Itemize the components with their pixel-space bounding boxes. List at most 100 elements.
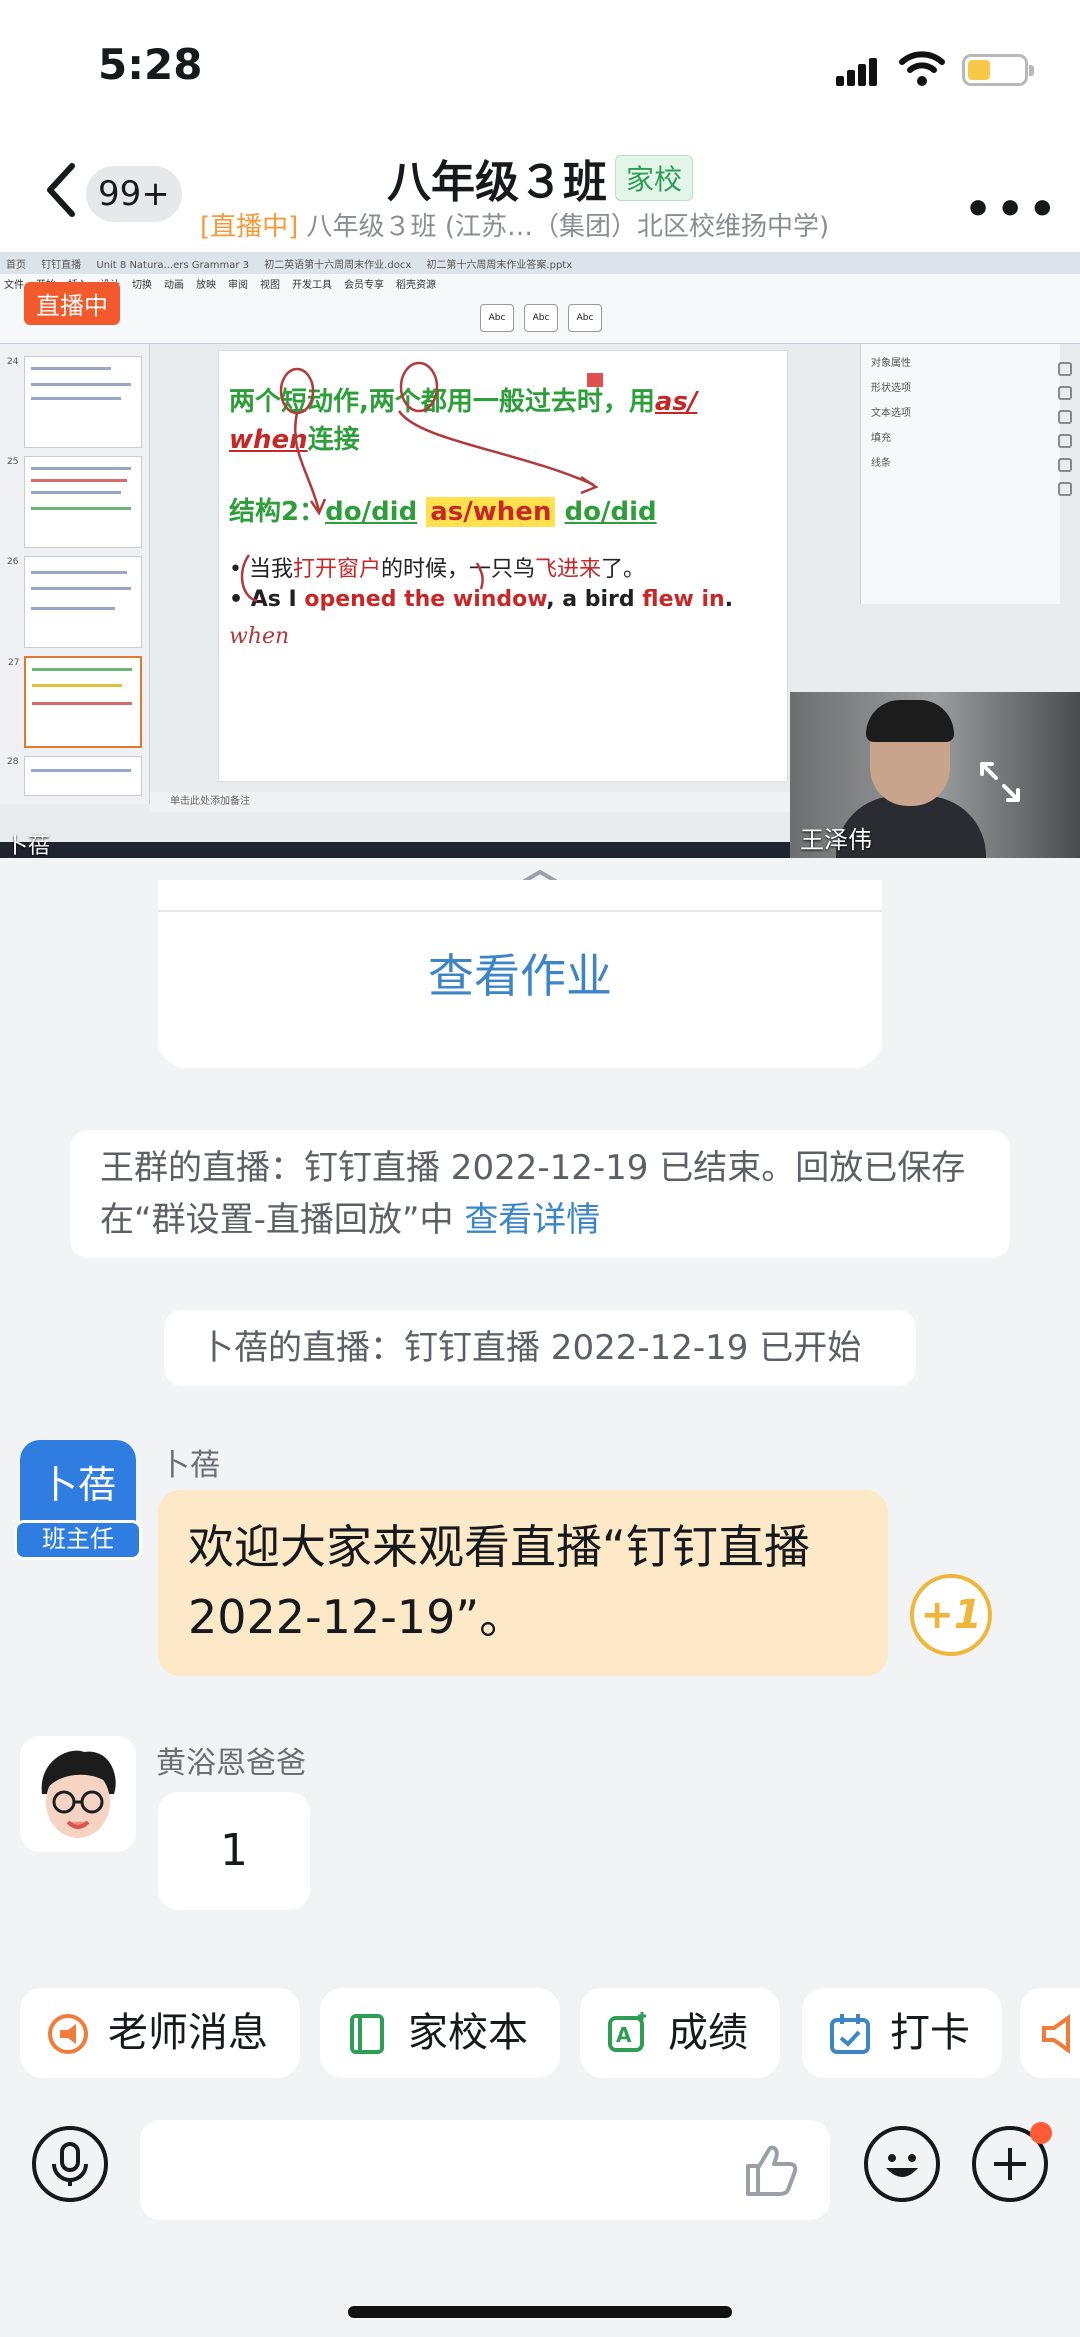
slide-keyword: 打开窗户 (293, 557, 382, 582)
ribbon-tab: 文件 (4, 280, 24, 291)
slide-keyword: 飞进来 (535, 557, 602, 582)
message-input-bar (0, 2100, 1080, 2337)
ppt-tab: 钉钉直播 (41, 260, 82, 271)
pane-label: 形状选项 (871, 383, 911, 394)
live-status-prefix: [直播中] (200, 212, 299, 242)
pane-label: 线条 (871, 458, 891, 469)
ribbon-tab: 开发工具 (292, 280, 332, 291)
avatar[interactable]: 卜蓓 班主任 (14, 1440, 142, 1560)
expand-icon[interactable] (978, 760, 1022, 804)
slide-text: 结构2： (229, 497, 326, 527)
slide-thumbnail: 25 (7, 456, 142, 548)
slide-thumbnail: 28 (7, 756, 142, 796)
live-video-player[interactable]: 首页 钉钉直播 Unit 8 Natura...ers Grammar 3 初二… (0, 252, 1080, 858)
emoji-button[interactable] (864, 2126, 940, 2202)
thumbs-up-icon[interactable] (740, 2140, 800, 2200)
live-badge: 直播中 (24, 282, 120, 325)
view-homework-button[interactable]: 查看作业 (158, 940, 882, 1006)
title-row: 八年级３班 家校 (0, 146, 1080, 210)
slide-text: 了。 (601, 557, 646, 582)
homework-book-button[interactable]: 家校本 (320, 1988, 560, 2078)
card-divider (158, 910, 882, 912)
quick-action-bar: 老师消息 家校本 A 成绩 打卡 (0, 1980, 1080, 2090)
message-text-input[interactable] (140, 2120, 830, 2220)
quick-action-label: 打卡 (890, 2010, 970, 2056)
slide-text: do/did (325, 497, 418, 527)
home-indicator (348, 2306, 732, 2318)
slide-number: 28 (7, 757, 19, 767)
slide-thumbnail: 26 (7, 556, 142, 648)
wifi-icon (899, 51, 945, 86)
check-in-button[interactable]: 打卡 (802, 1988, 1002, 2078)
more-options-icon[interactable]: ••• (964, 184, 1060, 235)
slide-text: 连接 (307, 425, 360, 455)
slide-text: 两个短动作,两个都用一般过去时，用 (229, 387, 655, 417)
notebook-icon (350, 2014, 384, 2054)
slide-thumbnails: 24 25 26 27 28 (0, 344, 150, 804)
pane-label: 填充 (871, 433, 891, 444)
quick-action-label: 老师消息 (108, 2010, 268, 2056)
more-quick-action-button[interactable] (1020, 1988, 1080, 2078)
slide-keyword: flew in (642, 587, 725, 612)
notification-dot (1030, 2122, 1052, 2144)
view-details-link[interactable]: 查看详情 (464, 1200, 600, 1240)
slide-thumbnail-active: 27 (8, 656, 142, 748)
grades-icon: A (608, 2012, 646, 2052)
voice-input-button[interactable] (32, 2126, 108, 2202)
ribbon-tab: 视图 (260, 280, 280, 291)
system-message-live-started: 卜蓓的直播：钉钉直播 2022-12-19 已开始 (164, 1310, 916, 1386)
style-sample: Abc (524, 304, 558, 332)
group-type-tag: 家校 (614, 155, 693, 201)
style-sample: Abc (568, 304, 602, 332)
slide-example-english: • As I opened the window, a bird flew in… (229, 587, 734, 612)
ribbon-tab: 会员专享 (344, 280, 384, 291)
avatar[interactable] (20, 1736, 136, 1852)
plus-one-reaction-button[interactable]: +1 (910, 1574, 992, 1656)
message-bubble[interactable]: 欢迎大家来观看直播“钉钉直播 2022-12-19”。 (158, 1490, 888, 1676)
handwriting-when: when (229, 624, 289, 649)
pane-label: 文本选项 (871, 408, 911, 419)
avatar-text: 卜蓓 (39, 1463, 116, 1507)
more-actions-button[interactable] (972, 2122, 1052, 2202)
system-message-live-ended: 王群的直播：钉钉直播 2022-12-19 已结束。回放已保存在“群设置-直播回… (70, 1130, 1010, 1258)
megaphone-icon (1042, 2014, 1070, 2054)
slide-heading-line1: 两个短动作,两个都用一般过去时，用as/ (229, 381, 697, 418)
slide-example-chinese: • 当我打开窗户的时候，一只鸟飞进来了。 (229, 557, 646, 582)
ribbon-tab: 放映 (196, 280, 216, 291)
ribbon-tab: 切换 (132, 280, 152, 291)
chat-header: 99+ 八年级３班 家校 [直播中] 八年级３班 (江苏…（集团）北区校维扬中学)… (0, 140, 1080, 252)
group-subtitle: [直播中] 八年级３班 (江苏…（集团）北区校维扬中学) (200, 206, 900, 243)
ppt-tab: 首页 (6, 260, 26, 271)
status-time: 5:28 (98, 40, 203, 89)
message-sender: 卜蓓 (160, 1448, 220, 1483)
teacher-messages-button[interactable]: 老师消息 (20, 1988, 300, 2078)
ppt-tab: Unit 8 Natura...ers Grammar 3 (96, 260, 249, 271)
slide-text: 的时候，一只鸟 (381, 557, 536, 582)
megaphone-icon (48, 2014, 88, 2054)
organization-name: 八年级３班 (江苏…（集团）北区校维扬中学) (298, 212, 830, 242)
ribbon-tab: 动画 (164, 280, 184, 291)
microphone-icon (52, 2142, 88, 2186)
slide-text: 当我 (248, 557, 293, 582)
group-title: 八年级３班 (386, 157, 607, 208)
calendar-check-icon (830, 2014, 870, 2054)
ppt-tab: 初二英语第十六周周末作业.docx (264, 260, 412, 271)
ribbon-tab: 稻壳资源 (396, 280, 436, 291)
homework-card: 查看作业 (158, 880, 882, 1068)
slide-number: 27 (8, 658, 20, 668)
slide-structure: 结构2：do/did as/when do/did (229, 491, 657, 528)
grades-button[interactable]: A 成绩 (580, 1988, 780, 2078)
teacher-camera-feed[interactable]: 王泽伟 (790, 692, 1080, 858)
ppt-property-pane: 对象属性 形状选项 文本选项 填充 线条 (860, 344, 1060, 604)
slide-keyword: opened the window (304, 587, 547, 612)
message-bubble[interactable]: 1 (158, 1792, 310, 1910)
slide-notes-bar: 单击此处添加备注 (150, 792, 790, 812)
desktop-taskbar (0, 842, 790, 858)
slide-text: As I (250, 587, 305, 612)
slide-heading-line2: when连接 (229, 419, 360, 456)
ribbon-style-buttons: Abc Abc Abc (480, 304, 612, 332)
slide-highlight: as/when (426, 497, 556, 527)
slide-text: . (724, 587, 734, 612)
camera-name-label: 王泽伟 (800, 826, 872, 854)
cartoon-avatar-icon (20, 1736, 136, 1852)
